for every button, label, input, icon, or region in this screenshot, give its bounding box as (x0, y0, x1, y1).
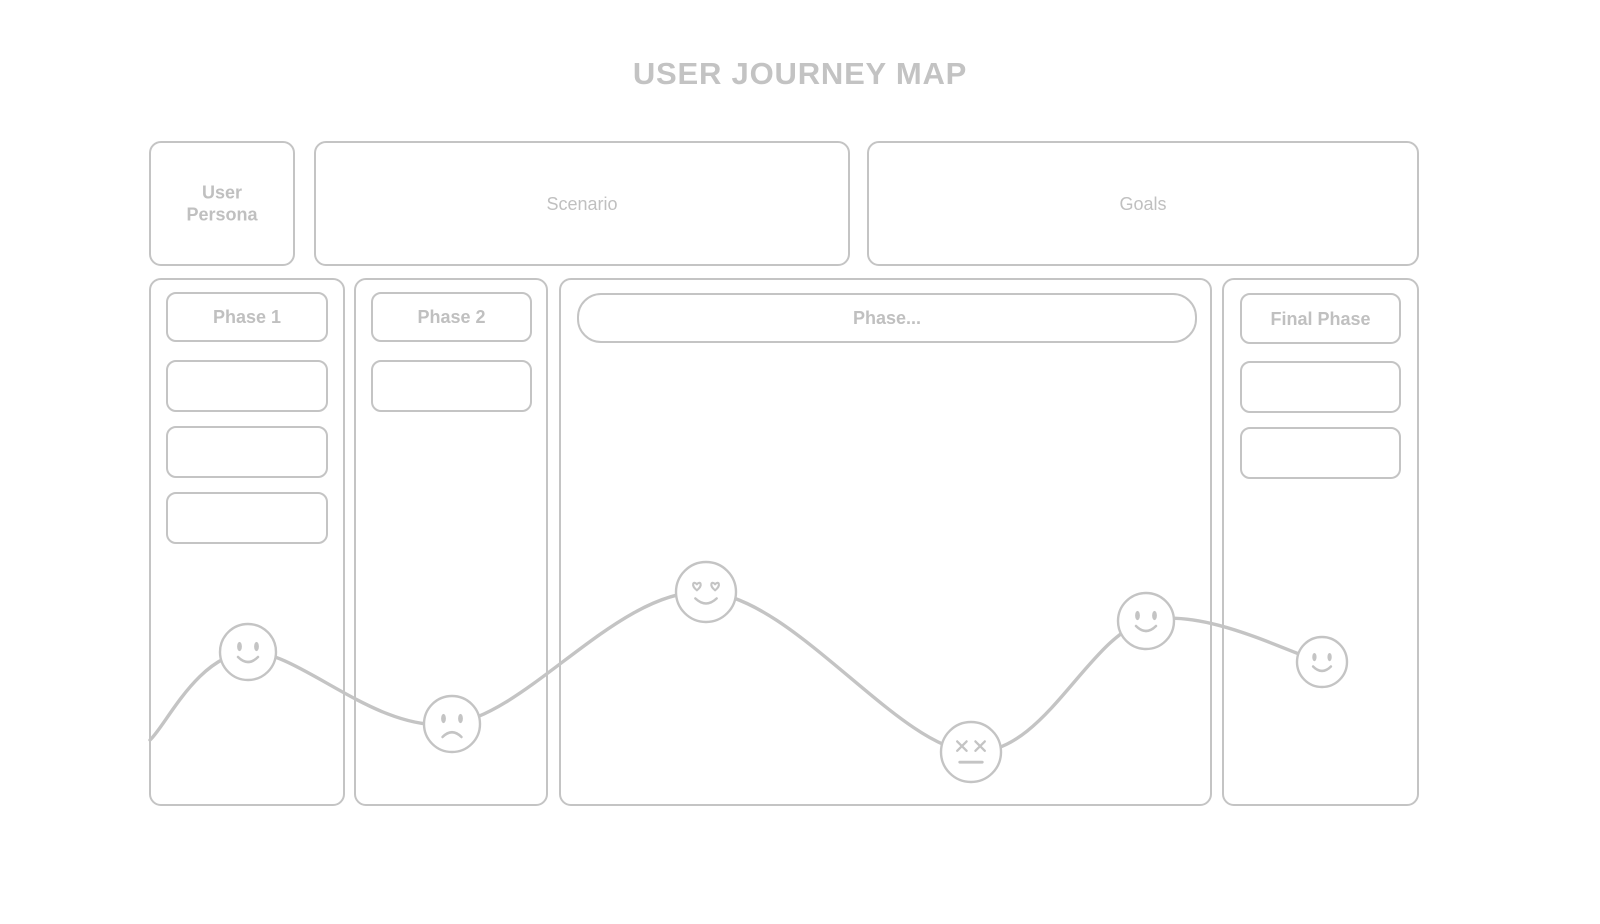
phase-column-4[interactable] (1222, 278, 1419, 806)
page-title: USER JOURNEY MAP (632, 56, 968, 91)
header-cell-scenario-label: Scenario (546, 193, 618, 214)
phase-slot[interactable] (166, 492, 328, 544)
phase-slot[interactable] (1240, 427, 1401, 479)
header-cell-goals[interactable]: Goals (867, 141, 1419, 266)
phase-slot[interactable] (166, 426, 328, 478)
phase-header-4-label: Final Phase (1270, 308, 1371, 329)
header-cell-user-persona-label: User Persona (186, 182, 258, 225)
phase-slot[interactable] (1240, 361, 1401, 413)
phase-slot[interactable] (371, 360, 532, 412)
phase-header-1[interactable]: Phase 1 (166, 292, 328, 342)
phase-header-3-label: Phase... (852, 307, 922, 328)
phase-header-1-label: Phase 1 (212, 306, 282, 327)
phase-header-3[interactable]: Phase... (577, 293, 1197, 343)
phase-header-2-label: Phase 2 (417, 306, 486, 327)
phase-header-4[interactable]: Final Phase (1240, 293, 1401, 344)
header-cell-scenario[interactable]: Scenario (314, 141, 850, 266)
header-cell-goals-label: Goals (1119, 193, 1167, 214)
phase-column-3[interactable] (559, 278, 1212, 806)
header-cell-user-persona[interactable]: User Persona (149, 141, 295, 266)
phase-slot[interactable] (166, 360, 328, 412)
user-journey-map-canvas: USER JOURNEY MAP User Persona Scenario G… (0, 0, 1600, 924)
phase-column-2[interactable] (354, 278, 548, 806)
phase-header-2[interactable]: Phase 2 (371, 292, 532, 342)
